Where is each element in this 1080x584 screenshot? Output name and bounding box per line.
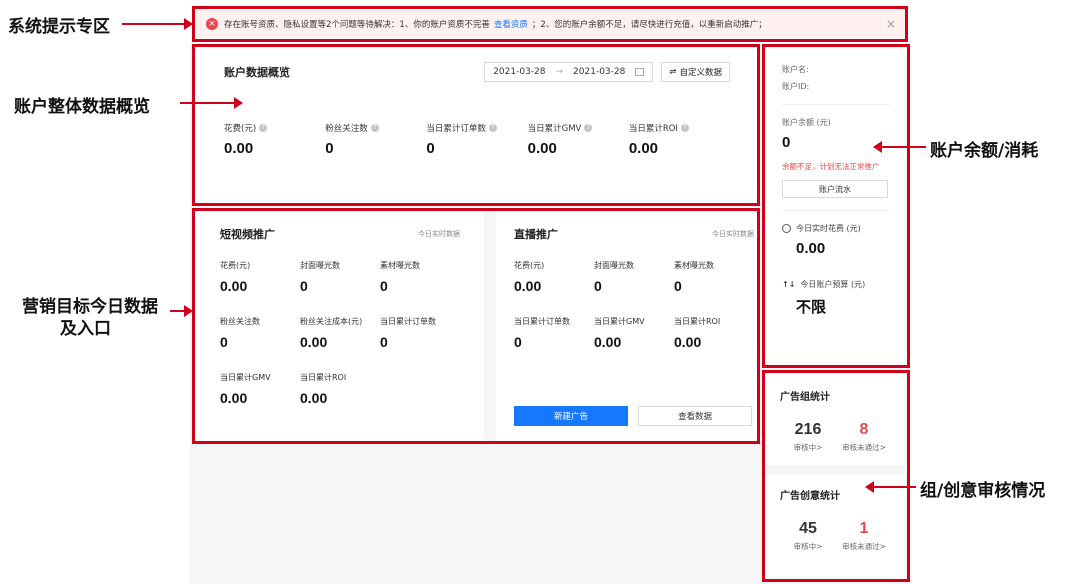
notice-highlight-box [192,6,908,42]
audit-highlight-box [762,370,910,582]
annotation-account-overview: 账户整体数据概览 [14,97,150,117]
annotation-arrow [180,97,243,109]
annotation-marketing-2: 及入口 [60,319,111,339]
annotation-arrow [873,141,926,153]
marketing-highlight-box [192,208,760,444]
annotation-arrow [170,305,193,317]
annotation-audit: 组/创意审核情况 [920,481,1046,501]
annotation-system-notice: 系统提示专区 [8,17,110,37]
annotation-arrow [122,18,193,30]
balance-highlight-box [762,44,910,368]
annotation-arrow [865,481,916,493]
annotation-balance: 账户余额/消耗 [930,141,1039,161]
overview-highlight-box [192,44,760,206]
